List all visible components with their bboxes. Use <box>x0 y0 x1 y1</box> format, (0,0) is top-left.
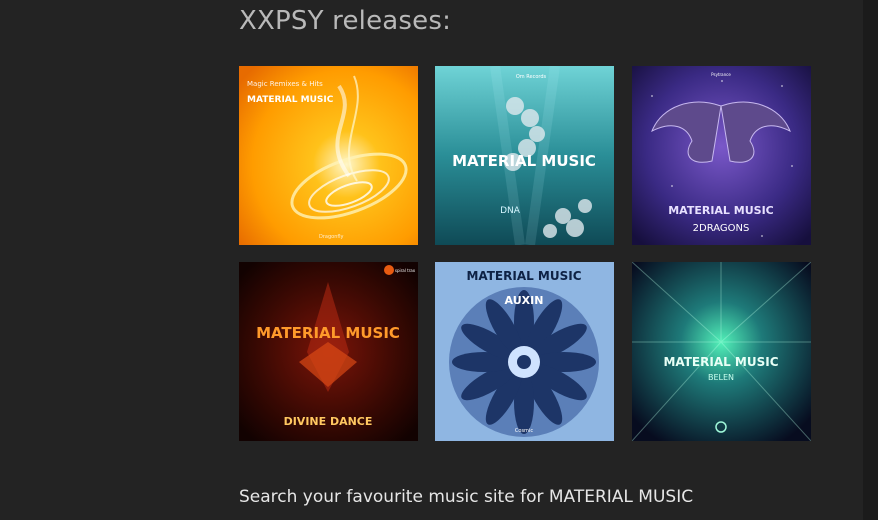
cover-title: MATERIAL MUSIC <box>466 269 581 283</box>
release-cover-dna[interactable]: MATERIAL MUSIC DNA Om Records <box>435 66 614 245</box>
cover-title: MATERIAL MUSIC <box>452 152 596 170</box>
release-cover-auxin[interactable]: MATERIAL MUSIC AUXIN Cosmic <box>435 262 614 441</box>
cover-label: Psytrance <box>711 72 731 77</box>
cover-subtitle: AUXIN <box>505 294 544 307</box>
cover-subtitle: DIVINE DANCE <box>284 415 373 428</box>
cover-title: MATERIAL MUSIC <box>668 204 774 217</box>
cover-title: MATERIAL MUSIC <box>663 355 778 369</box>
cover-art: Magic Remixes & Hits MATERIAL MUSIC Drag… <box>239 66 418 245</box>
cover-art: MATERIAL MUSIC AUXIN Cosmic <box>435 262 614 441</box>
cover-subtitle: BELEN <box>708 373 734 382</box>
cover-label: Dragonfly <box>319 234 344 240</box>
cover-art: MATERIAL MUSIC DNA Om Records <box>435 66 614 245</box>
cover-title: MATERIAL MUSIC <box>247 95 334 105</box>
cover-art: MATERIAL MUSIC 2DRAGONS Psytrance <box>632 66 811 245</box>
scrollbar-track <box>863 0 878 520</box>
cover-subtitle: DNA <box>500 206 521 216</box>
release-cover-divine-dance[interactable]: MATERIAL MUSIC DIVINE DANCE spiral trax <box>239 262 418 441</box>
cover-label: Cosmic <box>515 428 533 434</box>
cover-label: spiral trax <box>395 268 416 273</box>
releases-grid: Magic Remixes & Hits MATERIAL MUSIC Drag… <box>239 66 811 441</box>
release-cover-magic-remixes[interactable]: Magic Remixes & Hits MATERIAL MUSIC Drag… <box>239 66 418 245</box>
page-heading: XXPSY releases: <box>239 6 452 36</box>
cover-title: MATERIAL MUSIC <box>256 324 400 342</box>
cover-subtitle: 2DRAGONS <box>693 223 750 234</box>
search-hint-text: Search your favourite music site for MAT… <box>239 487 694 507</box>
cover-art: MATERIAL MUSIC BELEN <box>632 262 811 441</box>
cover-art: MATERIAL MUSIC DIVINE DANCE spiral trax <box>239 262 418 441</box>
cover-subtitle: Magic Remixes & Hits <box>247 80 323 88</box>
release-cover-belen[interactable]: MATERIAL MUSIC BELEN <box>632 262 811 441</box>
cover-label: Om Records <box>516 74 547 80</box>
release-cover-2dragons[interactable]: MATERIAL MUSIC 2DRAGONS Psytrance <box>632 66 811 245</box>
